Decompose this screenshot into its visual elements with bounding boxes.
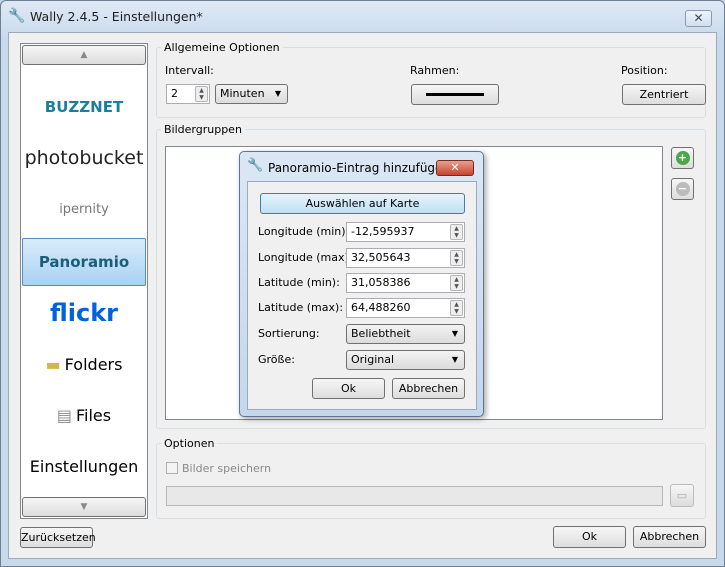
sidebar-item-label: Files <box>76 405 112 425</box>
sidebar-item-flickr[interactable]: flickr <box>22 289 146 337</box>
dialog-cancel-button[interactable]: Abbrechen <box>392 378 465 399</box>
folder-icon: ▬ <box>45 354 61 374</box>
spinner-arrows-icon[interactable]: ▲ ▼ <box>450 275 463 291</box>
folder-icon: ▭ <box>676 489 688 502</box>
size-select[interactable]: Original ▼ <box>346 350 465 370</box>
lat-max-input[interactable]: 64,488260 ▲ ▼ <box>346 298 465 318</box>
interval-label: Intervall: <box>165 64 214 77</box>
browse-folder-button[interactable]: ▭ <box>670 484 694 507</box>
reset-button[interactable]: Zurücksetzen <box>20 527 96 548</box>
size-value: Original <box>351 353 395 366</box>
lat-max-value: 64,488260 <box>351 301 411 314</box>
wrench-icon: 🔧 <box>247 158 264 173</box>
scroll-up-button[interactable]: ▲ <box>22 45 146 65</box>
spinner-arrows-icon[interactable]: ▲ ▼ <box>450 250 463 266</box>
lon-min-input[interactable]: -12,595937 ▲ ▼ <box>346 222 465 242</box>
sidebar-item-einstellungen[interactable]: Einstellungen <box>22 442 146 490</box>
save-images-checkbox[interactable] <box>166 462 178 474</box>
panoramio-dialog: 🔧 Panoramio-Eintrag hinzufügen ✕ Auswähl… <box>239 151 484 417</box>
spinner-arrows-icon[interactable]: ▲ ▼ <box>450 224 463 240</box>
sidebar-item-panoramio[interactable]: Panoramio <box>22 238 146 286</box>
sidebar-item-ipernity[interactable]: ipernity <box>22 185 146 233</box>
sidebar-item-buzznet[interactable]: BUZZNET <box>22 83 146 131</box>
interval-value: 2 <box>171 87 178 100</box>
cancel-button[interactable]: Abbrechen <box>633 526 706 548</box>
options-group <box>156 443 706 519</box>
lat-min-label: Latitude (min): <box>258 276 340 289</box>
interval-unit-select[interactable]: Minuten ▼ <box>215 84 288 104</box>
lat-min-value: 31,058386 <box>351 276 411 289</box>
chevron-down-icon: ▼ <box>451 355 458 364</box>
lon-max-value: 32,505643 <box>351 251 411 264</box>
position-button[interactable]: Zentriert <box>622 84 706 105</box>
lat-max-label: Latitude (max): <box>258 301 344 314</box>
lon-max-input[interactable]: 32,505643 ▲ ▼ <box>346 248 465 268</box>
chevron-down-icon: ▼ <box>451 329 458 338</box>
general-options-group <box>156 47 706 118</box>
sort-select[interactable]: Beliebtheit ▼ <box>346 324 465 344</box>
dialog-title: Panoramio-Eintrag hinzufügen <box>268 161 451 175</box>
files-icon: ▤ <box>56 405 72 425</box>
scroll-down-button[interactable]: ▼ <box>22 497 146 517</box>
sidebar-item-label: Folders <box>64 354 123 374</box>
lon-max-label: Longitude (max): <box>258 251 353 264</box>
size-label: Größe: <box>258 353 295 366</box>
sidebar-item-folders[interactable]: ▬ Folders <box>22 340 146 388</box>
save-path-input[interactable] <box>166 486 663 506</box>
lon-min-value: -12,595937 <box>351 225 415 238</box>
sidebar-item-photobucket[interactable]: photobucket <box>22 134 146 182</box>
image-groups-heading: Bildergruppen <box>161 123 245 136</box>
frame-label: Rahmen: <box>410 64 460 77</box>
spinner-arrows-icon[interactable]: ▲ ▼ <box>450 300 463 316</box>
dialog-body <box>247 181 477 410</box>
unit-value: Minuten <box>220 87 265 100</box>
frame-color-button[interactable] <box>411 84 499 105</box>
chevron-down-icon: ▼ <box>274 89 281 98</box>
general-options-heading: Allgemeine Optionen <box>161 41 283 54</box>
add-group-button[interactable]: + <box>671 147 694 169</box>
service-sidebar: ▲ BUZZNET photobucket ipernity Panoramio… <box>20 43 148 519</box>
remove-group-button[interactable]: − <box>671 178 694 200</box>
sort-value: Beliebtheit <box>351 327 411 340</box>
wrench-icon: 🔧 <box>8 8 26 24</box>
options-heading: Optionen <box>161 437 218 450</box>
ok-button[interactable]: Ok <box>553 526 626 548</box>
select-on-map-button[interactable]: Auswählen auf Karte <box>260 193 465 214</box>
dialog-ok-button[interactable]: Ok <box>312 378 385 399</box>
position-label: Position: <box>621 64 668 77</box>
save-images-label: Bilder speichern <box>182 462 272 475</box>
window-title: Wally 2.4.5 - Einstellungen* <box>30 9 203 24</box>
close-button[interactable]: ✕ <box>685 10 712 27</box>
spinner-arrows-icon[interactable]: ▲ ▼ <box>195 86 208 102</box>
interval-spinner[interactable]: 2 ▲ ▼ <box>166 84 210 104</box>
sort-label: Sortierung: <box>258 327 320 340</box>
plus-icon: + <box>675 151 690 165</box>
frame-color-swatch <box>426 93 484 96</box>
minus-icon: − <box>675 182 690 196</box>
dialog-close-button[interactable]: ✕ <box>436 160 474 176</box>
lon-min-label: Longitude (min): <box>258 225 350 238</box>
lat-min-input[interactable]: 31,058386 ▲ ▼ <box>346 273 465 293</box>
sidebar-item-files[interactable]: ▤ Files <box>22 391 146 439</box>
